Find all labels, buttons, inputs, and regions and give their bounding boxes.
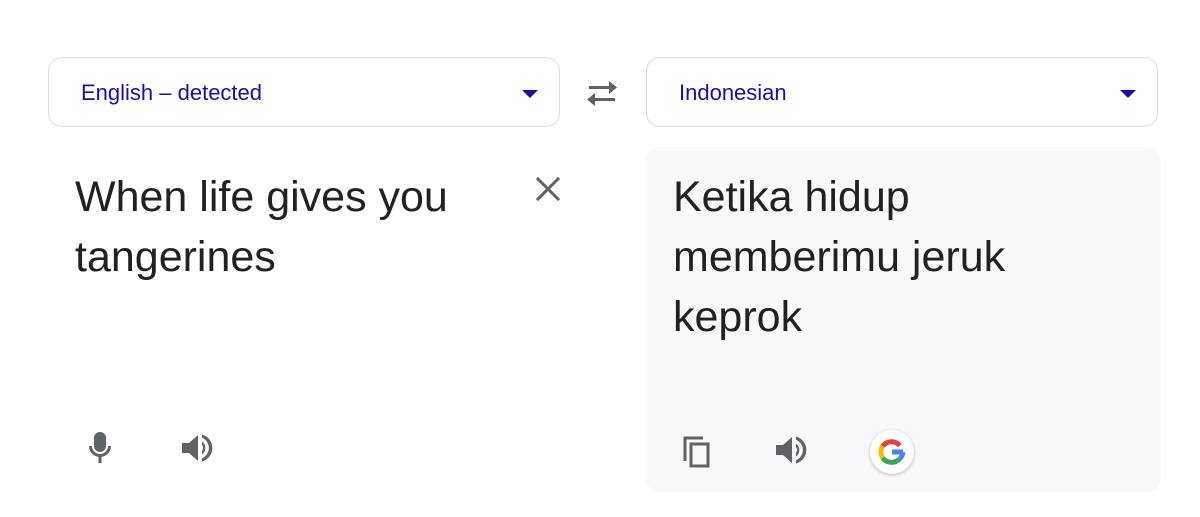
clear-text-button[interactable] [530,171,566,207]
source-text-input[interactable]: When life gives you tangerines [75,167,515,287]
google-search-button[interactable] [870,430,914,474]
swap-languages-icon [587,81,617,106]
speaker-icon [776,436,807,464]
dropdown-caret-icon [522,90,538,98]
listen-source-button[interactable] [176,426,220,470]
swap-languages-button[interactable] [580,74,624,114]
target-language-label: Indonesian [679,80,787,105]
microphone-button[interactable] [78,426,122,470]
target-language-select[interactable]: Indonesian [646,57,1158,127]
microphone-icon [89,432,111,463]
translated-text: Ketika hidup memberimu jeruk keprok [673,173,1006,341]
source-language-select[interactable]: English – detected [48,57,560,127]
dropdown-caret-icon [1120,90,1136,98]
source-panel: When life gives you tangerines [48,147,561,492]
copy-icon [683,436,710,468]
translation-panel: Ketika hidup memberimu jeruk keprok [646,147,1161,492]
listen-translation-button[interactable] [770,428,814,472]
close-icon [535,176,561,202]
google-g-icon [878,439,906,465]
source-language-label: English – detected [81,80,263,105]
copy-translation-button[interactable] [676,430,720,474]
speaker-icon [182,434,213,462]
translate-widget: English – detected Indonesian When life … [0,0,1200,517]
